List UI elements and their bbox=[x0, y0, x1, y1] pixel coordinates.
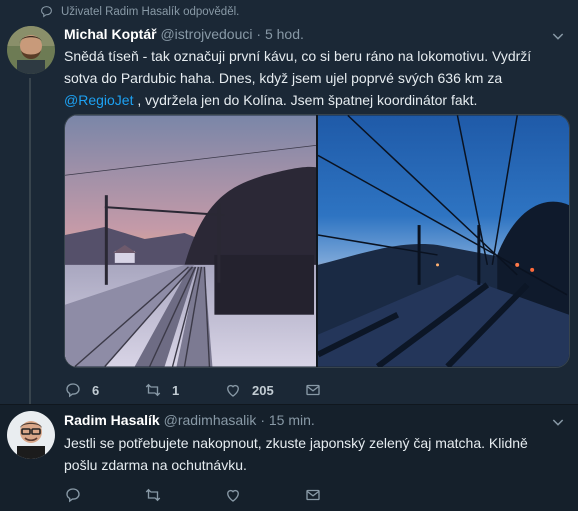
tweet-michal[interactable]: Uživatel Radim Hasalík odpověděl. Michal… bbox=[0, 0, 578, 406]
photo-overhead-wires[interactable] bbox=[317, 115, 569, 367]
chevron-down-icon[interactable] bbox=[550, 414, 566, 430]
avatar[interactable] bbox=[7, 26, 55, 74]
tweet-text-end: , vydržela jen do Kolína. Jsem špatnej k… bbox=[133, 92, 478, 108]
separator: · bbox=[260, 412, 265, 428]
avatar[interactable] bbox=[7, 411, 55, 459]
timestamp[interactable]: 5 hod. bbox=[265, 26, 304, 42]
reply-context: Uživatel Radim Hasalík odpověděl. bbox=[40, 5, 239, 18]
mention-link[interactable]: @RegioJet bbox=[64, 92, 133, 108]
tweet-text: Snědá tíseň - tak označuji první kávu, c… bbox=[64, 45, 564, 111]
author-name[interactable]: Michal Koptář bbox=[64, 26, 157, 42]
reply-context-text: Uživatel Radim Hasalík odpověděl. bbox=[61, 5, 240, 18]
tweet-actions: 6 1 205 bbox=[64, 381, 384, 399]
reply-count: 6 bbox=[92, 382, 100, 398]
reply-icon bbox=[66, 383, 80, 398]
separator: · bbox=[256, 26, 262, 42]
reply-button[interactable]: 6 bbox=[64, 381, 144, 399]
message-envelope-icon bbox=[306, 384, 320, 396]
retweet-count: 1 bbox=[172, 382, 180, 398]
like-count: 205 bbox=[252, 382, 274, 398]
comment-bubble-icon bbox=[41, 6, 52, 18]
chevron-down-icon[interactable] bbox=[550, 28, 566, 44]
tweet-text-start: Snědá tíseň - tak označuji první kávu, c… bbox=[64, 48, 532, 86]
reply-icon bbox=[66, 488, 80, 503]
like-button[interactable] bbox=[224, 486, 304, 504]
retweet-button[interactable]: 1 bbox=[144, 381, 224, 399]
message-envelope-icon bbox=[306, 489, 320, 501]
reply-button[interactable] bbox=[64, 486, 144, 504]
tweet-actions bbox=[64, 486, 384, 504]
tweet-text: Jestli se potřebujete nakopnout, zkuste … bbox=[64, 435, 528, 473]
thread-connector bbox=[29, 78, 31, 406]
author-handle[interactable]: @istrojvedouci bbox=[160, 26, 252, 42]
timestamp[interactable]: 15 min. bbox=[269, 412, 315, 428]
photo-railway-snow[interactable] bbox=[65, 115, 316, 367]
author-name[interactable]: Radim Hasalík bbox=[64, 412, 160, 428]
like-heart-icon bbox=[227, 384, 239, 397]
tweet-header: Michal Koptář @istrojvedouci · 5 hod. bbox=[64, 26, 304, 42]
retweet-button[interactable] bbox=[144, 486, 224, 504]
retweet-icon bbox=[145, 488, 161, 502]
retweet-icon bbox=[145, 383, 161, 397]
message-button[interactable] bbox=[304, 486, 384, 504]
tweet-header: Radim Hasalík @radimhasalik · 15 min. bbox=[64, 412, 315, 428]
like-heart-icon bbox=[227, 489, 239, 502]
author-handle[interactable]: @radimhasalik bbox=[164, 412, 257, 428]
message-button[interactable] bbox=[304, 381, 384, 399]
tweet-media[interactable] bbox=[64, 114, 570, 368]
like-button[interactable]: 205 bbox=[224, 381, 304, 399]
